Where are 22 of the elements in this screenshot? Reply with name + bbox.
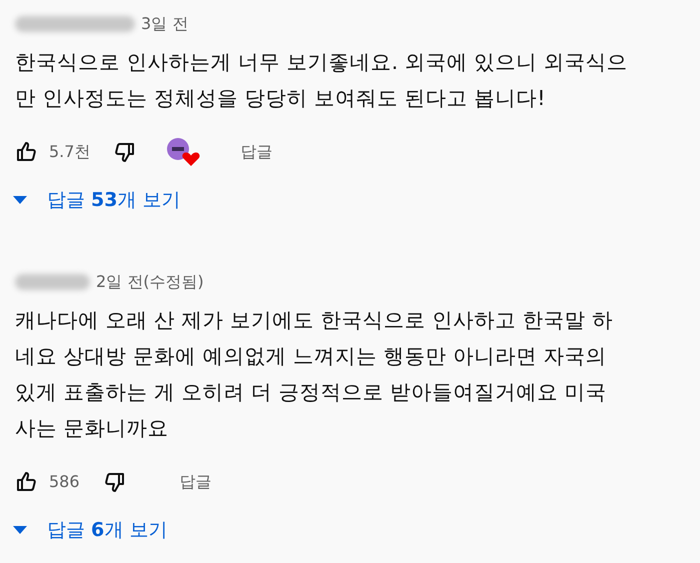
comment-text-line: 있게 표출하는 게 오히려 더 긍정적으로 받아들여질거예요 미국 <box>15 379 607 406</box>
view-replies-button[interactable]: 답글 6개 보기 <box>47 516 168 544</box>
comment-text-line: 캐나다에 오래 산 제가 보기에도 한국식으로 인사하고 한국말 하 <box>15 307 614 334</box>
like-icon <box>15 470 39 494</box>
dislike-button[interactable] <box>112 140 136 164</box>
comment-time: 2일 전(수정됨) <box>96 271 204 293</box>
dislike-icon <box>112 140 136 164</box>
comment-text-line: 네요 상대방 문화에 예의없게 느껴지는 행동만 아니라면 자국의 <box>15 343 607 370</box>
like-icon <box>15 140 39 164</box>
caret-icon <box>13 526 27 534</box>
comment-text-line: 한국식으로 인사하는게 너무 보기좋네요. 외국에 있으니 외국식으 <box>15 49 628 76</box>
like-count: 586 <box>49 471 80 493</box>
like-button[interactable] <box>15 470 39 494</box>
view-replies-button[interactable]: 답글 53개 보기 <box>47 186 181 214</box>
comment-time: 3일 전 <box>141 13 188 35</box>
comment-text-line: 만 인사정도는 정체성을 당당히 보여줘도 된다고 봅니다! <box>15 85 546 112</box>
reply-button[interactable]: 답글 <box>180 470 212 494</box>
caret-icon <box>13 196 27 204</box>
like-count: 5.7천 <box>49 141 90 163</box>
like-button[interactable] <box>15 140 39 164</box>
comment-text-line: 사는 문화니까요 <box>15 415 169 442</box>
reply-button[interactable]: 답글 <box>240 140 272 164</box>
